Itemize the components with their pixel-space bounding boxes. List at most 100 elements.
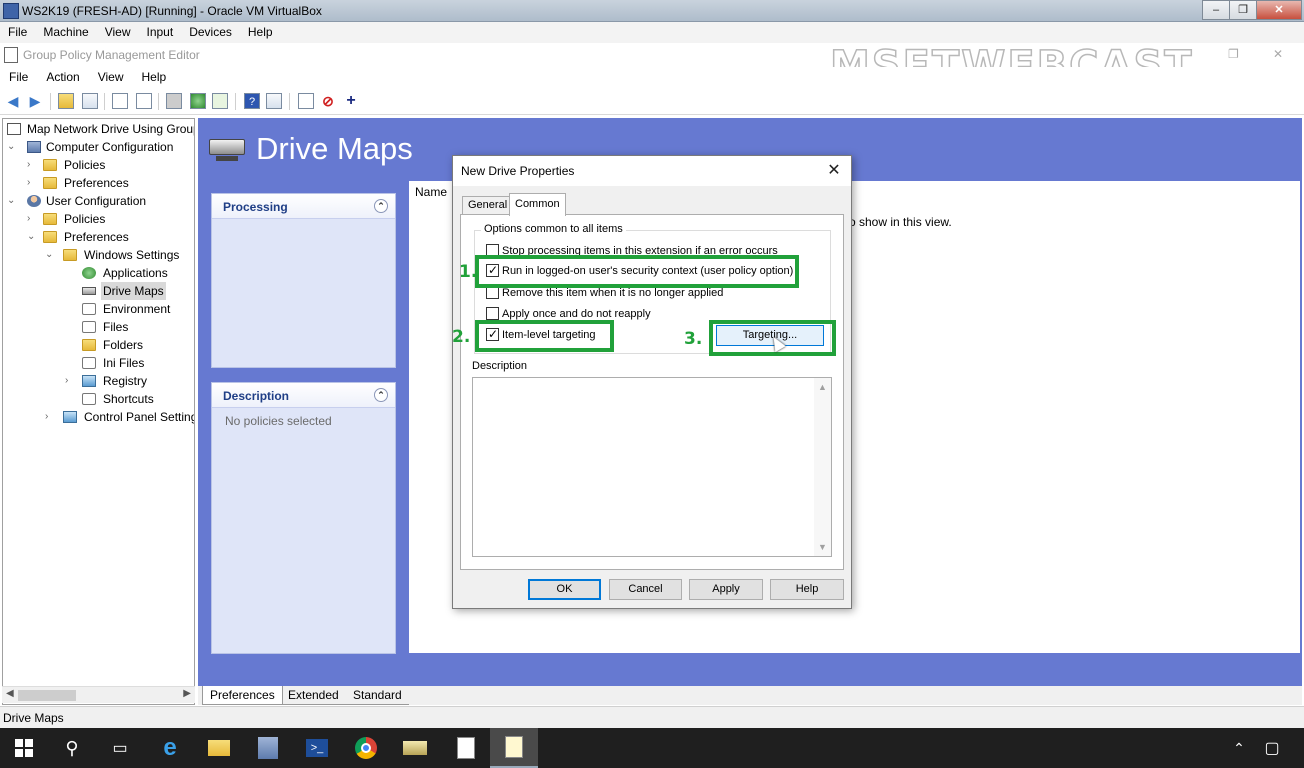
stop-icon[interactable]: ⊘ <box>320 93 336 109</box>
close-button[interactable]: ✕ <box>1256 0 1302 20</box>
dialog-close-icon[interactable]: ✕ <box>823 160 845 182</box>
apply-button[interactable]: Apply <box>689 579 763 600</box>
file-explorer-icon[interactable] <box>205 734 233 762</box>
vbox-menu-file[interactable]: File <box>0 22 35 43</box>
options-group-title: Options common to all items <box>481 223 626 235</box>
name-column-header[interactable]: Name <box>415 185 447 199</box>
virtualbox-app-icon <box>3 3 19 19</box>
show-hide-tree-icon[interactable] <box>82 93 98 109</box>
copy-icon[interactable] <box>112 93 128 109</box>
highlight-box-2 <box>475 320 614 352</box>
tab-extended[interactable]: Extended <box>281 686 346 705</box>
refresh-icon[interactable] <box>190 93 206 109</box>
maximize-button[interactable]: ❐ <box>1229 0 1257 20</box>
scroll-right-icon[interactable]: ▶ <box>183 688 191 699</box>
vbox-menu-input[interactable]: Input <box>139 22 182 43</box>
drive-maps-icon <box>209 139 245 161</box>
minimize-button[interactable]: – <box>1202 0 1230 20</box>
remove-item-checkbox[interactable]: Remove this item when it is no longer ap… <box>486 286 723 302</box>
dialog-title: New Drive Properties <box>461 164 575 178</box>
cancel-button[interactable]: Cancel <box>609 579 682 600</box>
tab-standard[interactable]: Standard <box>346 686 409 705</box>
server-manager-icon[interactable] <box>254 734 282 762</box>
description-scrollbar[interactable]: ▲ ▼ <box>814 378 831 556</box>
collapse-chevron-icon[interactable]: ⌄ <box>7 192 17 210</box>
processing-panel: Processing ⌃ <box>211 193 396 368</box>
collapse-up-icon[interactable]: ⌃ <box>374 388 388 402</box>
scroll-up-icon[interactable]: ▲ <box>818 382 827 392</box>
tab-common[interactable]: Common <box>509 193 566 216</box>
powershell-icon[interactable]: >_ <box>303 734 331 762</box>
environment-icon <box>82 303 96 315</box>
description-label: Description <box>472 360 528 372</box>
annotation-1: 1. <box>459 262 478 282</box>
page-title: Drive Maps <box>256 131 413 166</box>
chrome-icon[interactable] <box>352 734 380 762</box>
search-icon[interactable]: ⚲ <box>58 734 86 762</box>
gpme-window-title: Group Policy Management Editor <box>23 48 200 62</box>
gpme-menu-action[interactable]: Action <box>37 67 88 88</box>
gpmc-icon[interactable] <box>401 734 429 762</box>
new-item-icon[interactable] <box>298 93 314 109</box>
virtualbox-menu-bar: File Machine View Input Devices Help <box>0 22 1304 43</box>
vbox-menu-devices[interactable]: Devices <box>181 22 240 43</box>
gpme-icon[interactable] <box>490 728 538 768</box>
help-button[interactable]: Help <box>770 579 844 600</box>
collapse-chevron-icon[interactable]: ⌄ <box>45 246 55 264</box>
vbox-menu-view[interactable]: View <box>97 22 139 43</box>
description-body: No policies selected <box>225 414 332 428</box>
add-icon[interactable]: + <box>343 93 359 109</box>
expand-chevron-icon[interactable]: › <box>27 210 37 228</box>
help-icon[interactable]: ? <box>244 93 260 109</box>
print-icon[interactable] <box>166 93 182 109</box>
status-bar: Drive Maps <box>0 706 1304 728</box>
windows-taskbar: ⚲ ▭ e >_ ⌃ ▢ <box>0 728 1304 768</box>
collapse-up-icon[interactable]: ⌃ <box>374 199 388 213</box>
up-folder-icon[interactable] <box>58 93 74 109</box>
collapse-chevron-icon[interactable]: ⌄ <box>7 138 17 156</box>
gpme-maximize-button[interactable]: ❐ <box>1228 47 1239 61</box>
expand-chevron-icon[interactable]: › <box>27 174 37 192</box>
checkbox-box[interactable] <box>486 307 499 320</box>
notifications-icon[interactable]: ▢ <box>1258 734 1286 762</box>
paste-icon[interactable] <box>136 93 152 109</box>
expand-chevron-icon[interactable]: › <box>45 408 55 426</box>
back-arrow-icon[interactable]: ◀ <box>5 93 21 109</box>
toolbar-separator <box>235 93 236 110</box>
empty-list-message: o show in this view. <box>849 215 952 229</box>
tab-preferences[interactable]: Preferences <box>202 686 283 705</box>
tree-horizontal-scrollbar[interactable]: ◀ ▶ <box>2 686 195 703</box>
ok-button[interactable]: OK <box>528 579 601 600</box>
chevron-up-icon[interactable]: ⌃ <box>1225 734 1253 762</box>
drive-map-icon <box>82 287 96 295</box>
collapse-chevron-icon[interactable]: ⌄ <box>27 228 37 246</box>
expand-chevron-icon[interactable]: › <box>27 156 37 174</box>
properties-icon[interactable] <box>266 93 282 109</box>
gpme-menu-view[interactable]: View <box>89 67 133 88</box>
scroll-left-icon[interactable]: ◀ <box>6 688 14 699</box>
internet-explorer-icon[interactable]: e <box>156 734 184 762</box>
gpme-menu-help[interactable]: Help <box>133 67 176 88</box>
tab-general[interactable]: General <box>462 196 514 215</box>
gpme-menu-file[interactable]: File <box>0 67 37 88</box>
forward-arrow-icon[interactable]: ▶ <box>27 93 43 109</box>
control-panel-icon <box>63 411 77 423</box>
gpme-close-button[interactable]: ✕ <box>1273 47 1283 61</box>
expand-chevron-icon[interactable]: › <box>65 372 75 390</box>
scroll-thumb[interactable] <box>18 690 76 701</box>
computer-icon <box>27 141 41 153</box>
folders-icon <box>82 339 96 351</box>
files-icon <box>82 321 96 333</box>
folder-icon <box>43 159 57 171</box>
task-view-icon[interactable]: ▭ <box>106 734 134 762</box>
folder-icon <box>43 177 57 189</box>
scroll-down-icon[interactable]: ▼ <box>818 542 827 552</box>
description-textarea[interactable]: ▲ ▼ <box>472 377 832 557</box>
vbox-menu-help[interactable]: Help <box>240 22 281 43</box>
vbox-menu-machine[interactable]: Machine <box>35 22 96 43</box>
windows-start-icon[interactable] <box>10 734 38 762</box>
export-list-icon[interactable] <box>212 93 228 109</box>
virtualbox-title-bar: WS2K19 (FRESH-AD) [Running] - Oracle VM … <box>0 0 1304 22</box>
user-icon <box>27 195 41 207</box>
notepad-icon[interactable] <box>452 734 480 762</box>
